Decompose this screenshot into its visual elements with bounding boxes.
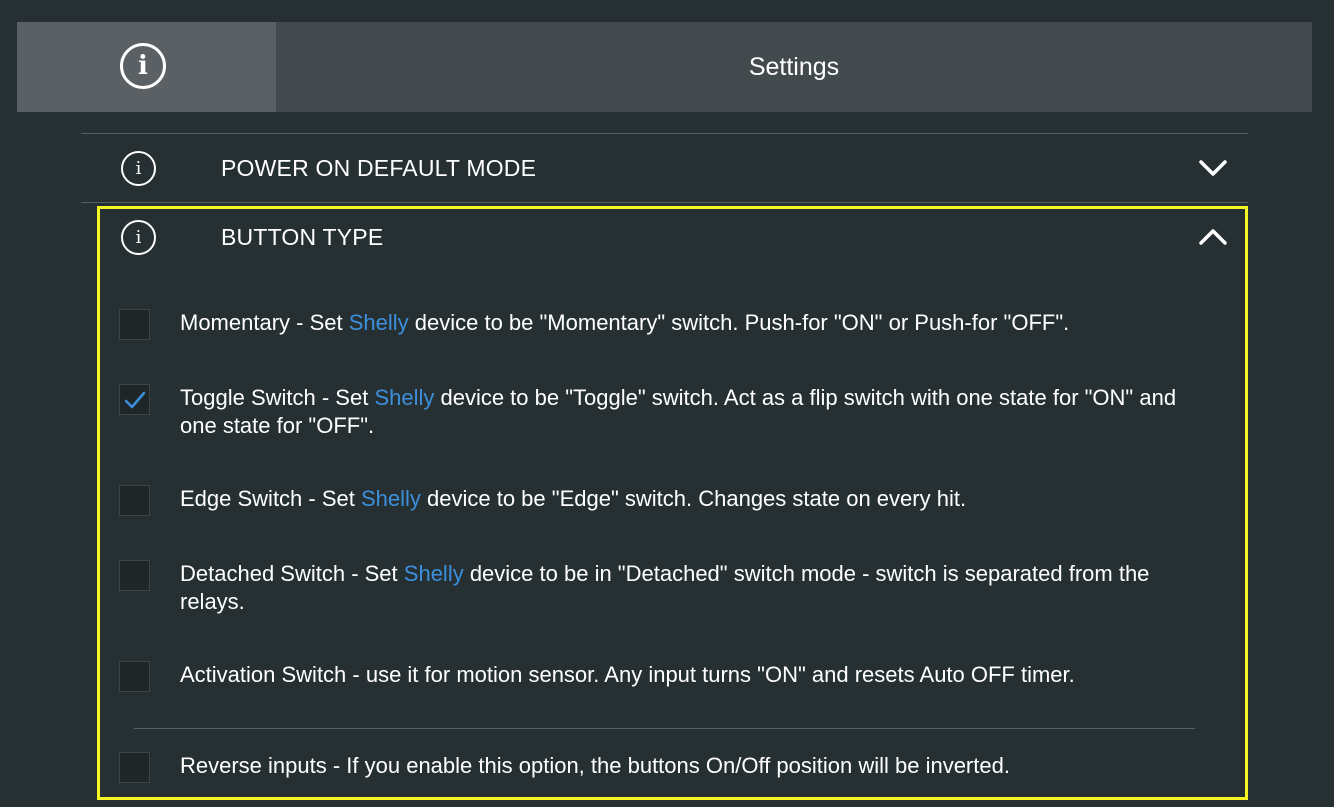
brand-link: Shelly <box>348 310 409 335</box>
option-label: Reverse inputs - If you enable this opti… <box>180 753 1010 778</box>
section-power-on-default-mode[interactable]: i POWER ON DEFAULT MODE <box>81 134 1248 202</box>
option-label: Toggle Switch - Set Shelly device to be … <box>180 385 1177 438</box>
header-info-button[interactable]: i <box>17 22 276 112</box>
checkbox-detached-switch[interactable] <box>119 560 150 591</box>
chevron-up-icon[interactable] <box>1198 223 1228 251</box>
option-label: Detached Switch - Set Shelly device to b… <box>180 561 1150 614</box>
settings-header: i Settings <box>17 22 1312 112</box>
brand-link: Shelly <box>403 561 464 586</box>
section-label: POWER ON DEFAULT MODE <box>221 155 537 181</box>
info-icon[interactable]: i <box>121 220 156 255</box>
divider <box>134 728 1195 729</box>
checkbox-toggle-switch[interactable] <box>119 384 150 415</box>
brand-link: Shelly <box>374 385 435 410</box>
option-label: Activation Switch - use it for motion se… <box>180 662 1075 687</box>
section-label: BUTTON TYPE <box>221 224 384 250</box>
info-icon: i <box>120 43 166 89</box>
brand-link: Shelly <box>360 486 421 511</box>
info-icon[interactable]: i <box>121 151 156 186</box>
checkmark-icon <box>124 391 146 409</box>
checkbox-momentary[interactable] <box>119 309 150 340</box>
option-label: Momentary - Set Shelly device to be "Mom… <box>180 310 1070 335</box>
checkbox-reverse-inputs[interactable] <box>119 752 150 783</box>
checkbox-activation-switch[interactable] <box>119 661 150 692</box>
section-button-type[interactable]: i BUTTON TYPE <box>81 203 1248 271</box>
checkbox-edge-switch[interactable] <box>119 485 150 516</box>
option-label: Edge Switch - Set Shelly device to be "E… <box>180 486 967 511</box>
chevron-down-icon[interactable] <box>1198 154 1228 182</box>
page-title: Settings <box>748 53 840 81</box>
